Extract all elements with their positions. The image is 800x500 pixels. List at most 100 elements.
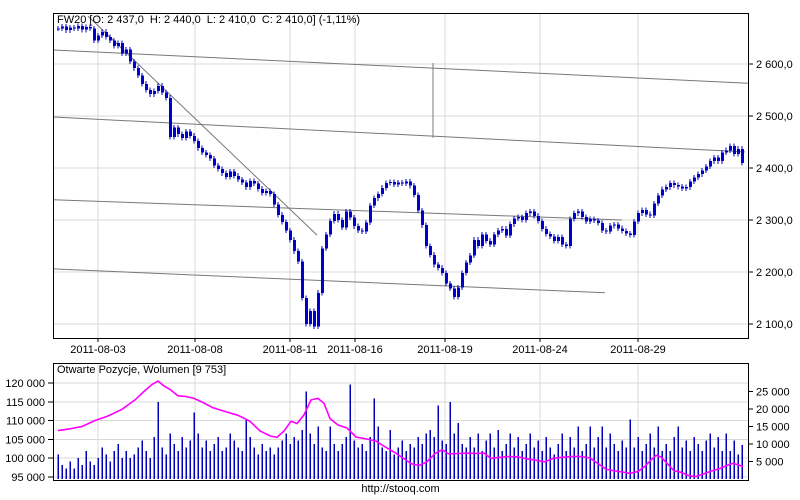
price-bar-body bbox=[153, 91, 156, 95]
price-bar-body bbox=[193, 135, 196, 141]
price-bar-body bbox=[361, 230, 364, 232]
volume-bar bbox=[245, 419, 247, 479]
price-bar-body bbox=[481, 234, 484, 246]
volume-bar bbox=[569, 437, 571, 479]
volume-bar bbox=[461, 444, 463, 479]
price-bar-body bbox=[717, 157, 720, 162]
price-bar-body bbox=[477, 239, 480, 246]
volume-axis-label: 10 000 bbox=[756, 439, 790, 451]
price-bar-body bbox=[585, 216, 588, 222]
price-bar-body bbox=[501, 228, 504, 231]
price-bar-body bbox=[257, 183, 260, 189]
price-bar-body bbox=[593, 218, 596, 221]
price-bar-body bbox=[497, 230, 500, 235]
volume-bar bbox=[621, 440, 623, 479]
price-bar-body bbox=[141, 75, 144, 84]
price-bar-body bbox=[737, 148, 740, 154]
price-bar-body bbox=[357, 226, 360, 231]
price-bar-body bbox=[229, 171, 232, 177]
volume-bar bbox=[605, 447, 607, 479]
volume-bar bbox=[361, 444, 363, 479]
volume-bar bbox=[65, 468, 67, 479]
volume-bar bbox=[633, 447, 635, 479]
volume-bar bbox=[241, 451, 243, 479]
price-bar-body bbox=[197, 140, 200, 149]
price-bar-body bbox=[89, 27, 92, 29]
volume-bar bbox=[505, 444, 507, 479]
volume-bar bbox=[693, 437, 695, 479]
volume-bar bbox=[221, 451, 223, 479]
price-bar-body bbox=[657, 195, 660, 204]
price-bar-body bbox=[373, 198, 376, 206]
price-bar-body bbox=[661, 189, 664, 196]
price-bar-body bbox=[525, 213, 528, 220]
price-bar-body bbox=[549, 234, 552, 237]
volume-bar bbox=[425, 433, 427, 479]
volume-bar bbox=[289, 444, 291, 479]
volume-bar bbox=[81, 465, 83, 479]
volume-bar bbox=[145, 451, 147, 479]
price-bar-body bbox=[401, 182, 404, 184]
price-bar-body bbox=[125, 49, 128, 54]
price-bar-body bbox=[465, 262, 468, 274]
price-bar-body bbox=[353, 217, 356, 227]
volume-bar bbox=[649, 433, 651, 479]
volume-bar bbox=[557, 444, 559, 479]
price-bar-body bbox=[185, 131, 188, 138]
volume-bar bbox=[69, 461, 71, 479]
price-bar-body bbox=[213, 158, 216, 166]
price-bar-body bbox=[65, 26, 68, 31]
volume-bar bbox=[217, 437, 219, 479]
date-label: 2011-08-24 bbox=[512, 344, 567, 356]
price-bar-body bbox=[81, 26, 84, 30]
price-bar-body bbox=[581, 211, 584, 217]
volume-bar bbox=[525, 444, 527, 479]
volume-bar bbox=[501, 451, 503, 479]
volume-bar bbox=[57, 454, 59, 479]
volume-bar bbox=[685, 440, 687, 479]
volume-bar bbox=[261, 444, 263, 479]
price-bar-body bbox=[569, 218, 572, 246]
price-bar-body bbox=[673, 183, 676, 186]
price-bar-body bbox=[425, 225, 428, 246]
price-bar-body bbox=[133, 61, 136, 69]
price-bar-body bbox=[309, 311, 312, 324]
volume-bar bbox=[117, 444, 119, 479]
price-bar-body bbox=[101, 31, 104, 36]
volume-bar bbox=[573, 447, 575, 479]
price-bar-body bbox=[189, 131, 192, 136]
volume-bar bbox=[309, 433, 311, 479]
oi-axis-label: 95 000 bbox=[11, 472, 45, 484]
volume-bar bbox=[493, 447, 495, 479]
volume-bar bbox=[105, 454, 107, 479]
price-bar-body bbox=[269, 190, 272, 194]
oi-axis-label: 105 000 bbox=[5, 434, 45, 446]
price-bar-body bbox=[381, 187, 384, 194]
volume-bar bbox=[725, 433, 727, 479]
price-bar-body bbox=[541, 221, 544, 229]
price-bar-body bbox=[637, 213, 640, 222]
volume-bar bbox=[113, 451, 115, 479]
price-bar-body bbox=[689, 181, 692, 188]
volume-bar bbox=[93, 465, 95, 479]
price-bar-body bbox=[605, 230, 608, 232]
volume-bar bbox=[337, 451, 339, 479]
price-bar-body bbox=[73, 27, 76, 29]
price-bar-body bbox=[565, 244, 568, 246]
volume-bar bbox=[577, 426, 579, 479]
volume-bar bbox=[137, 447, 139, 479]
volume-bar bbox=[181, 437, 183, 479]
price-bar-body bbox=[201, 148, 204, 153]
volume-bar bbox=[129, 458, 131, 479]
volume-bar bbox=[185, 447, 187, 479]
price-bar-body bbox=[281, 214, 284, 223]
volume-bar bbox=[449, 402, 451, 479]
price-bar-body bbox=[557, 237, 560, 241]
price-bar-body bbox=[677, 185, 680, 187]
price-bar-body bbox=[121, 43, 124, 54]
footer-url: http://stooq.com bbox=[361, 483, 440, 495]
price-bar-body bbox=[537, 215, 540, 222]
volume-bar bbox=[529, 433, 531, 479]
volume-bar bbox=[253, 447, 255, 479]
volume-bar bbox=[549, 447, 551, 479]
